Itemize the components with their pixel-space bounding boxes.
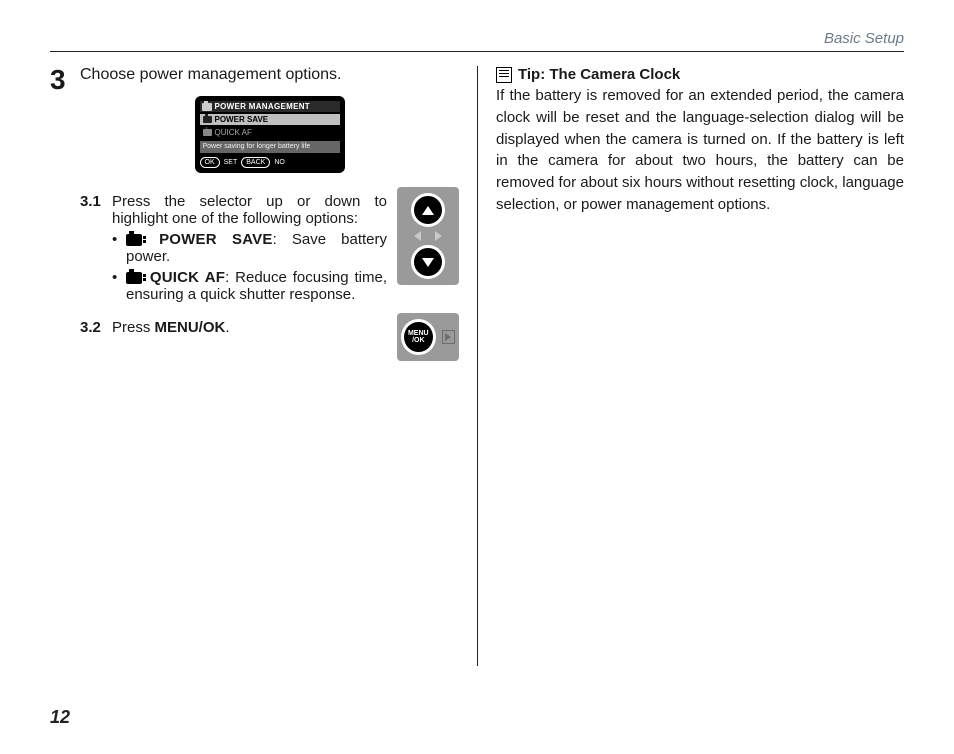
menu-ok-graphic: MENU /OK <box>397 313 459 361</box>
right-column: Tip: The Camera Clock If the battery is … <box>477 66 904 666</box>
left-column: 3 Choose power management options. POWER… <box>50 66 477 666</box>
substep-suffix: . <box>225 319 229 336</box>
substep-3-2: 3.2 Press MENU/OK. <box>80 319 387 336</box>
camera-icon <box>126 234 142 246</box>
bullet-power-save: POWER SAVE: Save battery power. <box>112 231 387 265</box>
ok-pill: OK <box>200 157 220 168</box>
step-number: 3 <box>50 66 72 361</box>
substep-text: Press the selector up or down to highlig… <box>112 193 387 227</box>
camera-lcd-figure: POWER MANAGEMENT POWER SAVE QUICK AF Pow… <box>80 96 459 173</box>
running-header: Basic Setup <box>50 30 904 47</box>
substep-3-1-row: 3.1 Press the selector up or down to hig… <box>80 187 459 313</box>
play-triangle-icon <box>445 333 451 341</box>
camera-icon <box>202 103 212 111</box>
lcd-option-label: QUICK AF <box>215 128 252 137</box>
lcd-title-text: POWER MANAGEMENT <box>215 102 310 111</box>
substep-bold: MENU/OK <box>155 319 226 336</box>
tip-title: Tip: The Camera Clock <box>518 66 680 83</box>
substep-number: 3.2 <box>80 319 106 336</box>
arrow-down-icon <box>422 258 434 267</box>
set-label: SET <box>224 159 238 166</box>
tip-heading: Tip: The Camera Clock <box>496 66 904 83</box>
selector-left-right <box>414 231 442 241</box>
camera-icon <box>203 116 212 123</box>
substep-3-2-row: 3.2 Press MENU/OK. MENU /OK <box>80 313 459 361</box>
no-label: NO <box>274 159 285 166</box>
note-icon <box>496 67 512 83</box>
substep-body: Press the selector up or down to highlig… <box>112 193 387 307</box>
tip-body: If the battery is removed for an extende… <box>496 85 904 216</box>
lcd-title-bar: POWER MANAGEMENT <box>200 101 340 112</box>
lcd-option-power-save: POWER SAVE <box>200 114 340 125</box>
menu-ok-button: MENU /OK <box>401 319 436 355</box>
camera-icon <box>126 272 142 284</box>
bullet-term: POWER SAVE <box>159 231 273 248</box>
selector-down-button <box>411 245 445 279</box>
arrow-up-icon <box>422 206 434 215</box>
substep-3-1: 3.1 Press the selector up or down to hig… <box>80 193 387 307</box>
header-rule <box>50 51 904 52</box>
option-bullets: POWER SAVE: Save battery power. QUICK AF… <box>112 231 387 303</box>
two-column-layout: 3 Choose power management options. POWER… <box>50 66 904 666</box>
camera-icon <box>203 129 212 136</box>
bullet-quick-af: QUICK AF: Reduce focusing time, ensuring… <box>112 269 387 303</box>
playback-button-icon <box>442 330 455 344</box>
bullet-term: QUICK AF <box>150 269 225 286</box>
camera-lcd: POWER MANAGEMENT POWER SAVE QUICK AF Pow… <box>195 96 345 173</box>
lcd-footer: OK SET BACK NO <box>200 157 340 168</box>
menu-ok-label: MENU /OK <box>404 330 433 344</box>
substep-prefix: Press <box>112 319 155 336</box>
step-body: Choose power management options. POWER M… <box>80 66 459 361</box>
substep-body: Press MENU/OK. <box>112 319 387 336</box>
page-number: 12 <box>50 707 70 728</box>
back-pill: BACK <box>241 157 270 168</box>
lcd-option-quick-af: QUICK AF <box>200 127 340 138</box>
lcd-option-description: Power saving for longer battery life <box>200 141 340 153</box>
selector-up-button <box>411 193 445 227</box>
manual-page: Basic Setup 3 Choose power management op… <box>0 0 954 754</box>
step-3: 3 Choose power management options. POWER… <box>50 66 459 361</box>
arrow-left-icon <box>414 231 421 241</box>
lcd-option-label: POWER SAVE <box>215 115 269 124</box>
selector-up-down-graphic <box>397 187 459 285</box>
arrow-right-icon <box>435 231 442 241</box>
step-title: Choose power management options. <box>80 66 459 84</box>
substep-number: 3.1 <box>80 193 106 307</box>
